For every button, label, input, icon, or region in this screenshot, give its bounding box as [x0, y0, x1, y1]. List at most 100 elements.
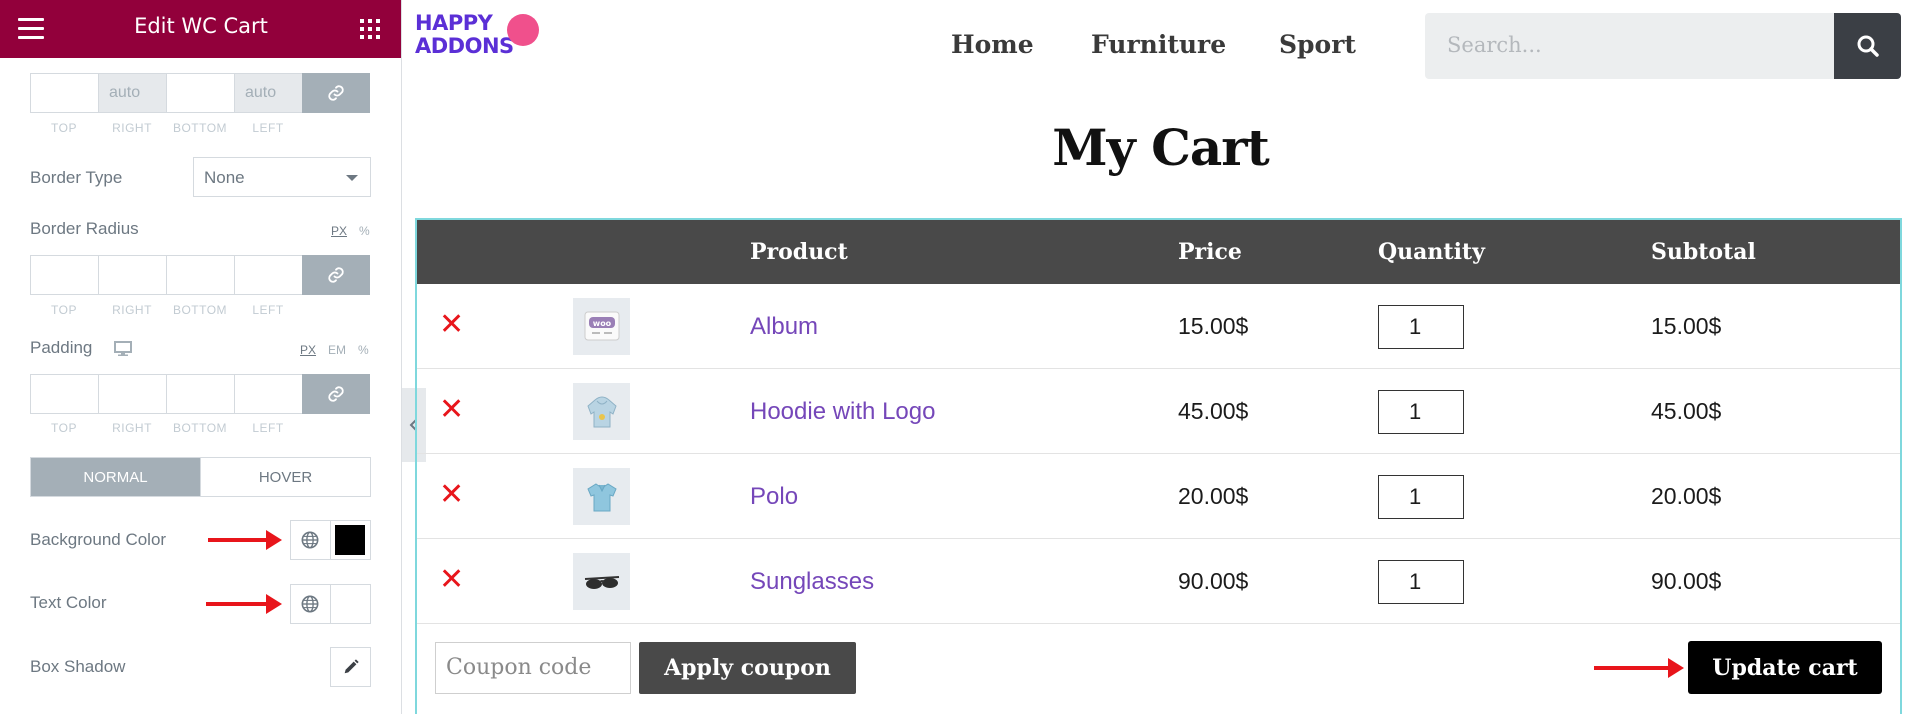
padding-left-input[interactable] [234, 374, 302, 414]
tab-hover[interactable]: HOVER [200, 458, 370, 496]
state-tabs: NORMAL HOVER [30, 457, 371, 497]
margin-left-input[interactable]: auto [234, 73, 302, 113]
search-icon [1857, 35, 1879, 57]
product-price: 20.00$ [1178, 483, 1249, 509]
product-subtotal: 15.00$ [1651, 313, 1722, 339]
hoodie-image-icon [586, 396, 617, 427]
quantity-input[interactable]: 1 [1378, 560, 1464, 604]
color-swatch-black [335, 525, 366, 555]
nav-link-sport[interactable]: Sport [1279, 30, 1356, 59]
text-color-swatch[interactable] [331, 585, 371, 623]
radius-bottom-input[interactable] [166, 255, 234, 295]
padding-units: PX EM % [300, 343, 369, 357]
box-shadow-label: Box Shadow [30, 657, 126, 676]
column-header-subtotal: Subtotal [1651, 239, 1756, 265]
polo-shirt-icon [586, 482, 617, 511]
red-arrow-annotation [208, 530, 282, 550]
margin-inputs: auto auto [30, 73, 370, 113]
hoodie-thumbnail[interactable] [573, 383, 630, 440]
quantity-input[interactable]: 1 [1378, 390, 1464, 434]
update-cart-button[interactable]: Update cart [1688, 641, 1882, 694]
nav-link-home[interactable]: Home [951, 30, 1034, 59]
table-row: ✕ Hoodie with Logo 45.00$ 1 45.00$ [417, 369, 1900, 454]
cart-table: Product Price Quantity Subtotal ✕ woo Al… [415, 218, 1902, 714]
product-link[interactable]: Sunglasses [750, 568, 874, 596]
globe-icon [301, 595, 319, 613]
coupon-code-input[interactable]: Coupon code [435, 642, 631, 694]
border-radius-labels: TOP RIGHT BOTTOM LEFT [30, 303, 302, 317]
album-thumbnail[interactable]: woo [573, 298, 630, 355]
quantity-input[interactable]: 1 [1378, 305, 1464, 349]
dim-label-left: LEFT [252, 421, 284, 435]
product-link[interactable]: Polo [750, 483, 798, 511]
nav-link-furniture[interactable]: Furniture [1091, 30, 1226, 59]
happy-addons-logo[interactable]: HAPPY ADDONS [415, 12, 545, 74]
red-arrow-annotation [206, 594, 282, 614]
desktop-icon[interactable] [114, 341, 132, 357]
padding-bottom-input[interactable] [166, 374, 234, 414]
dim-label-right: RIGHT [112, 421, 152, 435]
remove-item-button[interactable]: ✕ [439, 480, 464, 510]
table-row: ✕ Sunglasses 90.00$ 1 90.00$ [417, 539, 1900, 624]
product-link[interactable]: Album [750, 313, 818, 341]
hamburger-icon[interactable] [18, 18, 44, 40]
quantity-input[interactable]: 1 [1378, 475, 1464, 519]
global-colors-button[interactable] [291, 585, 331, 623]
padding-right-input[interactable] [98, 374, 166, 414]
margin-top-input[interactable] [30, 73, 98, 113]
link-values-button[interactable] [302, 374, 370, 414]
search-input[interactable]: Search... [1425, 13, 1834, 79]
background-color-control [290, 520, 371, 560]
product-subtotal: 45.00$ [1651, 398, 1722, 424]
remove-item-button[interactable]: ✕ [439, 310, 464, 340]
radius-left-input[interactable] [234, 255, 302, 295]
table-row: ✕ woo Album 15.00$ 1 15.00$ [417, 284, 1900, 369]
padding-top-input[interactable] [30, 374, 98, 414]
pencil-icon [344, 659, 359, 674]
unit-px[interactable]: PX [331, 224, 347, 238]
dim-label-right: RIGHT [112, 303, 152, 317]
caret-down-icon [346, 175, 358, 181]
page-title: My Cart [1052, 118, 1269, 177]
link-icon [328, 386, 344, 402]
unit-percent[interactable]: % [358, 343, 369, 357]
dim-label-left: LEFT [252, 303, 284, 317]
link-icon [328, 85, 344, 101]
product-link[interactable]: Hoodie with Logo [750, 398, 935, 426]
unit-percent[interactable]: % [359, 224, 370, 238]
tab-normal[interactable]: NORMAL [31, 458, 200, 496]
border-type-select[interactable]: None [193, 157, 371, 197]
remove-item-button[interactable]: ✕ [439, 395, 464, 425]
dim-label-right: RIGHT [112, 121, 152, 135]
column-header-price: Price [1178, 239, 1242, 265]
link-values-button[interactable] [302, 73, 370, 113]
global-colors-button[interactable] [291, 521, 331, 559]
radius-right-input[interactable] [98, 255, 166, 295]
remove-item-button[interactable]: ✕ [439, 565, 464, 595]
border-type-label: Border Type [30, 168, 123, 187]
search-button[interactable] [1834, 13, 1901, 79]
margin-right-input[interactable]: auto [98, 73, 166, 113]
sunglasses-icon [584, 575, 619, 589]
unit-em[interactable]: EM [328, 343, 346, 357]
radius-top-input[interactable] [30, 255, 98, 295]
apps-grid-icon[interactable] [360, 19, 380, 39]
logo-face-icon [507, 14, 539, 46]
unit-px[interactable]: PX [300, 343, 316, 357]
margin-bottom-input[interactable] [166, 73, 234, 113]
product-price: 45.00$ [1178, 398, 1249, 424]
dim-label-bottom: BOTTOM [172, 421, 228, 435]
dim-label-top: TOP [51, 421, 77, 435]
box-shadow-edit-button[interactable] [330, 647, 371, 687]
red-arrow-annotation [1594, 658, 1684, 678]
product-price: 15.00$ [1178, 313, 1249, 339]
cart-table-header: Product Price Quantity Subtotal [417, 220, 1900, 284]
background-color-label: Background Color [30, 530, 167, 549]
apply-coupon-button[interactable]: Apply coupon [639, 642, 856, 694]
background-color-swatch[interactable] [331, 521, 371, 559]
polo-thumbnail[interactable] [573, 468, 630, 525]
link-values-button[interactable] [302, 255, 370, 295]
padding-label: Padding [30, 338, 93, 357]
album-image-icon: woo [584, 311, 619, 340]
sunglasses-thumbnail[interactable] [573, 553, 630, 610]
